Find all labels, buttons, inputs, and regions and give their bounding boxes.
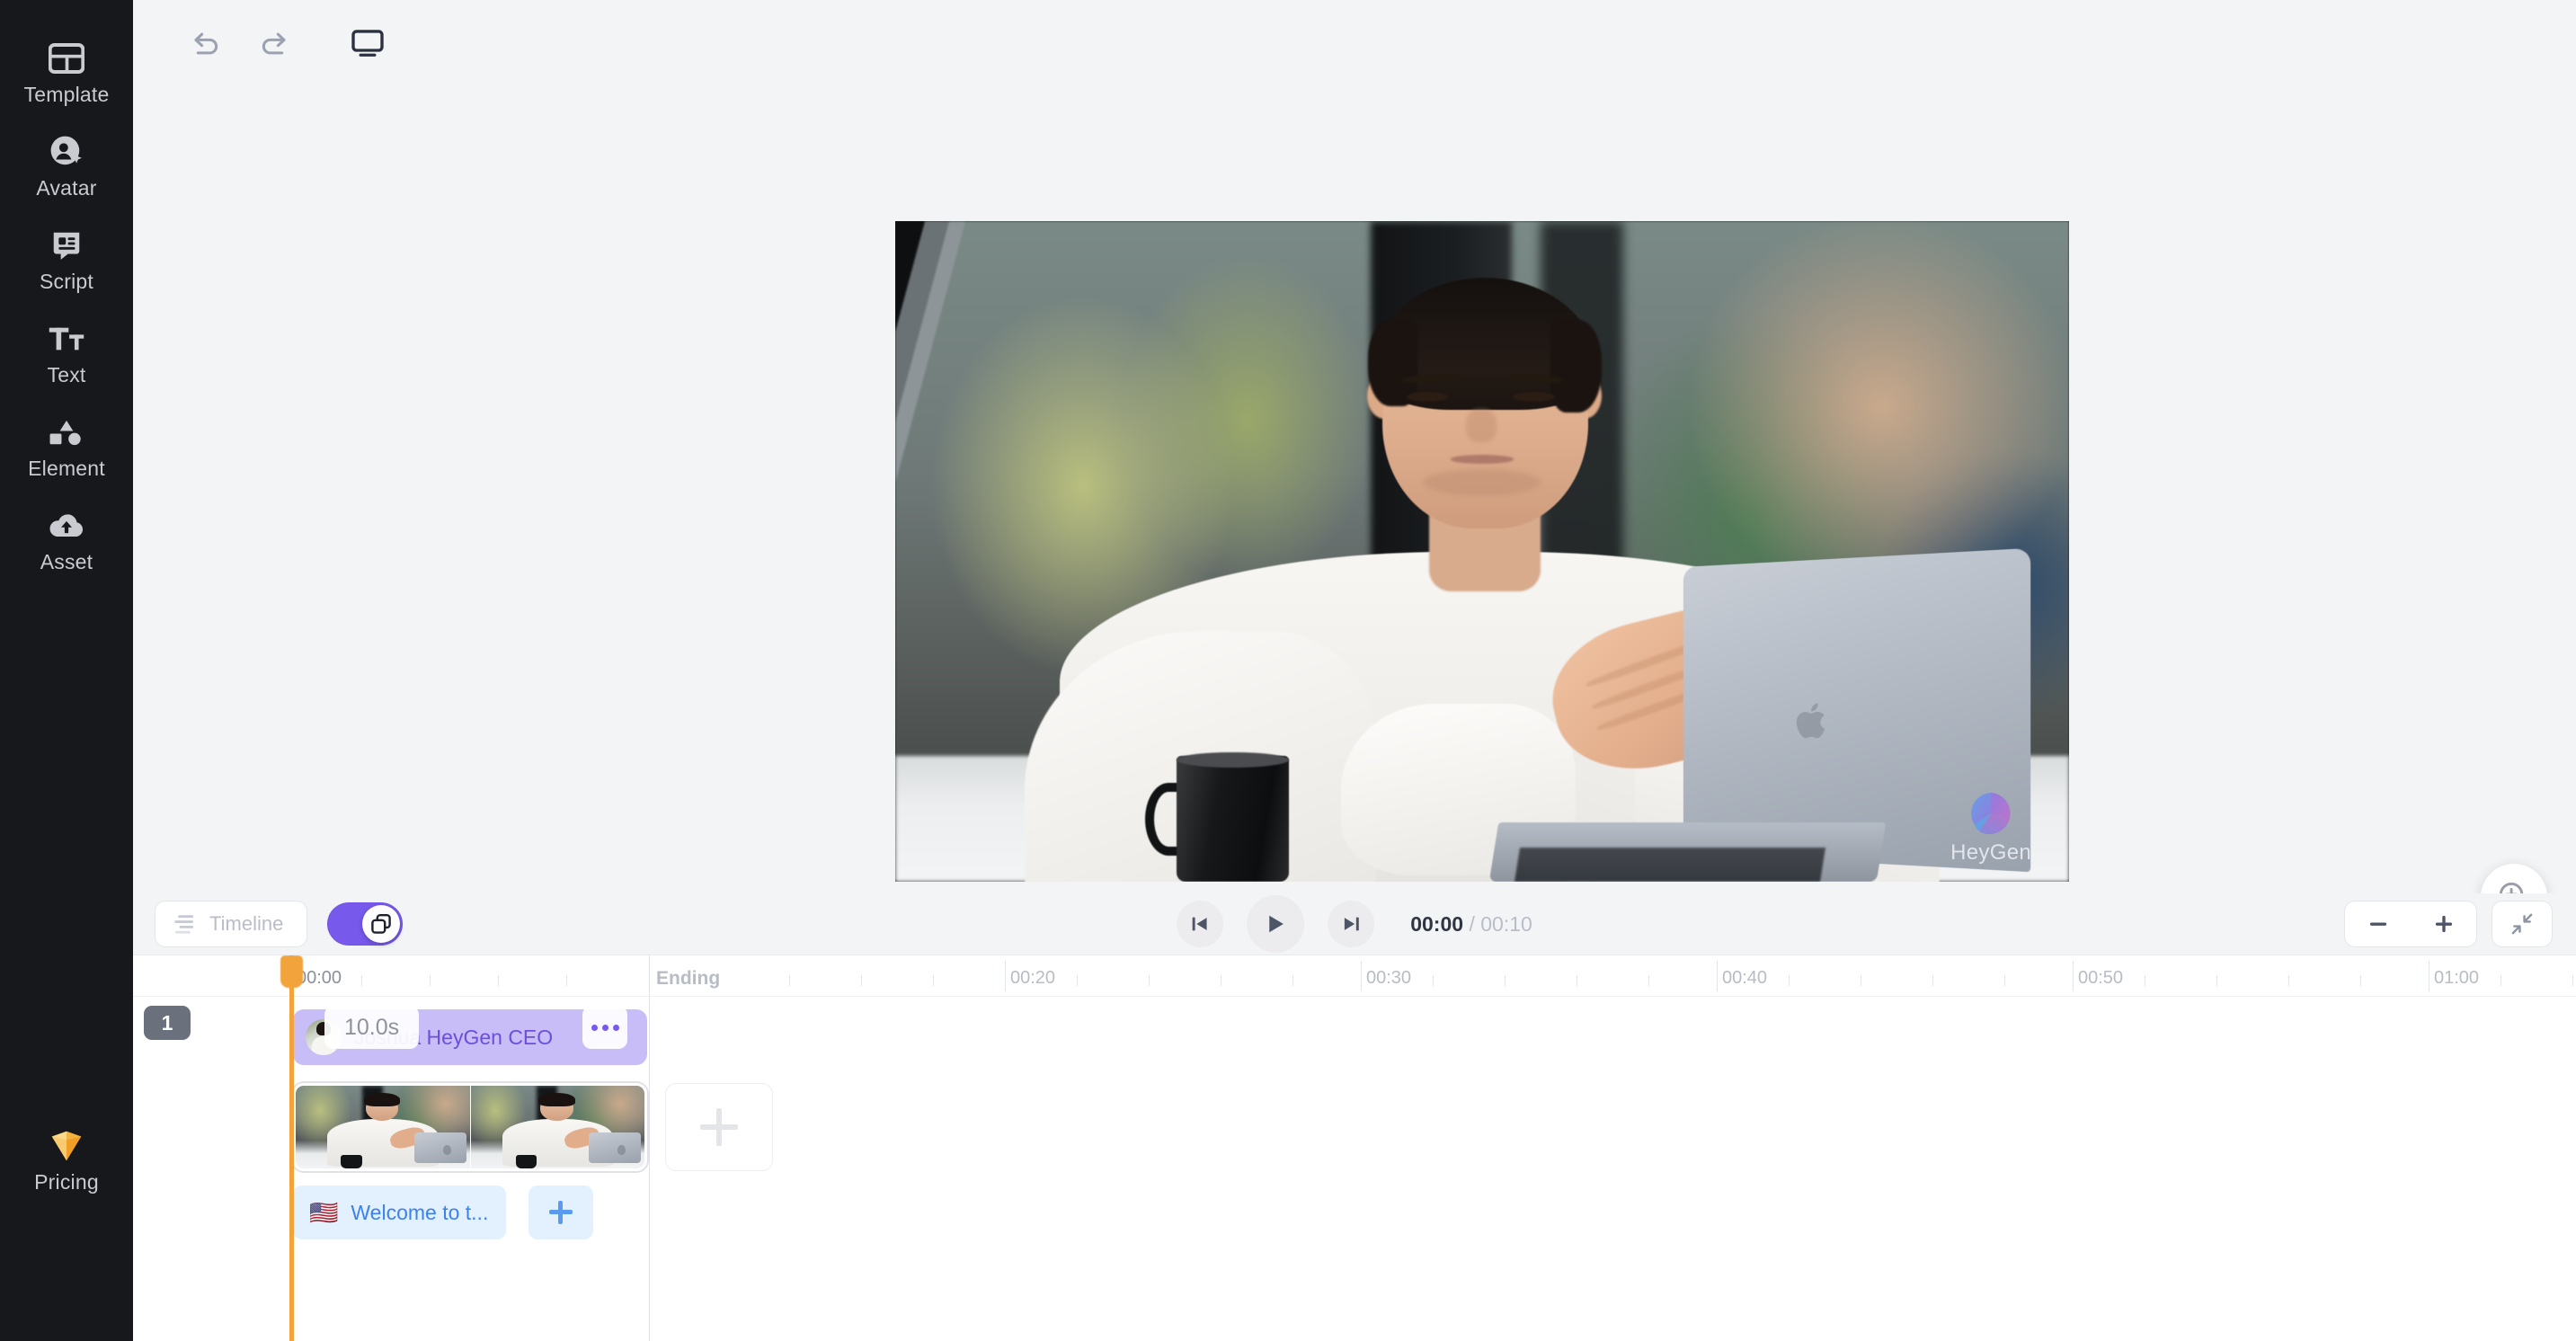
sidebar-item-label: Pricing	[34, 1170, 99, 1194]
add-scene-button[interactable]	[665, 1083, 773, 1171]
laptop-keyboard	[1515, 847, 1825, 882]
timeline-button[interactable]: Timeline	[155, 901, 308, 947]
skip-back-icon	[1192, 917, 1207, 931]
play-icon	[1269, 915, 1284, 933]
sidebar-item-label: Element	[28, 457, 105, 480]
undo-button[interactable]	[178, 15, 234, 71]
ending-marker-label: Ending	[656, 968, 721, 989]
ruler-label: 00:50	[2078, 968, 2124, 988]
control-right-group	[2344, 901, 2553, 947]
time-separator: /	[1469, 911, 1475, 936]
video-editor-app: Template Avatar Script Text Element Asse…	[0, 0, 2576, 1341]
timeline-ruler[interactable]: 00:00 00:20 00:30 00:40 00:50 01:00 Endi…	[133, 955, 2576, 997]
redo-icon	[262, 32, 286, 55]
zoom-in-button[interactable]	[2420, 901, 2468, 946]
plus-icon	[700, 1108, 738, 1146]
more-dot	[601, 1024, 608, 1031]
playhead[interactable]	[280, 955, 303, 1341]
main-area: HeyGen Timeline 00:00 / 00:10 00:00 00:2…	[133, 0, 2576, 1341]
scene-thumbnail	[296, 1086, 470, 1168]
play-button[interactable]	[1247, 895, 1305, 953]
more-dot	[591, 1024, 598, 1031]
gem-icon	[47, 1128, 86, 1164]
us-flag-icon: 🇺🇸	[309, 1199, 339, 1226]
script-icon	[47, 227, 86, 263]
scene-thumbnail	[470, 1086, 644, 1168]
left-sidebar: Template Avatar Script Text Element Asse…	[0, 0, 133, 1341]
toggle-knob	[362, 905, 401, 943]
ruler-label: 00:30	[1366, 968, 1412, 988]
screen-icon	[351, 30, 384, 57]
sidebar-item-text[interactable]: Text	[0, 307, 133, 401]
collapse-arrows-icon	[2511, 913, 2533, 935]
caption-clip[interactable]: 🇺🇸 Welcome to t...	[293, 1186, 507, 1239]
more-dot	[612, 1024, 619, 1031]
scene-clip[interactable]	[293, 1083, 647, 1171]
sidebar-item-label: Text	[47, 363, 86, 386]
ruler-label: 01:00	[2434, 968, 2480, 988]
scene-number-badge: 1	[144, 1006, 191, 1040]
skip-forward-icon	[1344, 917, 1359, 931]
template-icon	[47, 40, 86, 76]
plus-icon	[549, 1201, 573, 1224]
zoom-controls	[2344, 901, 2477, 947]
asset-icon	[47, 508, 86, 544]
timeline-tracks: Joshua HeyGen CEO 1 10.0s 🇺🇸 Welcome to …	[133, 997, 2576, 1341]
sidebar-item-label: Template	[23, 83, 110, 106]
video-preview[interactable]: HeyGen	[895, 221, 2069, 882]
current-time: 00:00	[1410, 911, 1464, 936]
control-left-group: Timeline	[155, 901, 404, 947]
ruler-label: 00:40	[1722, 968, 1768, 988]
time-display: 00:00 / 00:10	[1410, 912, 1532, 937]
track-divider	[649, 997, 650, 1341]
scene-duration-badge[interactable]: 10.0s	[324, 1006, 420, 1049]
total-time: 00:10	[1480, 911, 1532, 936]
apple-logo-icon	[1796, 703, 1825, 738]
present-button[interactable]	[340, 15, 395, 71]
timeline-button-label: Timeline	[209, 912, 284, 935]
sidebar-item-asset[interactable]: Asset	[0, 494, 133, 588]
sidebar-item-label: Script	[40, 270, 93, 293]
ruler-label: 00:20	[1010, 968, 1056, 988]
playhead-handle[interactable]	[280, 955, 303, 988]
sidebar-item-label: Asset	[40, 550, 93, 573]
sidebar-item-label: Avatar	[36, 176, 97, 200]
element-icon	[47, 414, 86, 450]
add-caption-button[interactable]	[529, 1186, 593, 1239]
fit-screen-button[interactable]	[2492, 901, 2553, 947]
sidebar-item-pricing[interactable]: Pricing	[0, 1115, 133, 1208]
zoom-out-button[interactable]	[2354, 901, 2403, 946]
scene-more-options-button[interactable]	[582, 1006, 627, 1049]
sidebar-item-template[interactable]: Template	[0, 27, 133, 120]
scene-mode-toggle[interactable]	[327, 902, 404, 946]
timeline-panel: 00:00 00:20 00:30 00:40 00:50 01:00 Endi…	[133, 955, 2576, 1341]
timeline-icon	[174, 915, 194, 934]
avatar-icon	[47, 134, 86, 170]
coffee-mug	[1177, 756, 1289, 882]
caption-clip-label: Welcome to t...	[351, 1200, 489, 1224]
plus-icon	[2435, 915, 2452, 933]
preview-stage: HeyGen	[133, 86, 2576, 930]
redo-button[interactable]	[246, 15, 302, 71]
layers-copy-icon	[371, 913, 392, 934]
skip-forward-button[interactable]	[1328, 901, 1375, 947]
transport-controls: 00:00 / 00:10	[1177, 895, 1532, 953]
sidebar-item-element[interactable]: Element	[0, 401, 133, 494]
sidebar-item-script[interactable]: Script	[0, 214, 133, 307]
minus-icon	[2369, 922, 2386, 926]
text-icon	[47, 321, 86, 357]
sidebar-item-avatar[interactable]: Avatar	[0, 120, 133, 214]
undo-icon	[194, 32, 218, 55]
mug-rim	[1177, 751, 1289, 768]
top-toolbar	[133, 0, 2576, 86]
skip-back-button[interactable]	[1177, 901, 1224, 947]
playback-control-bar: Timeline 00:00 / 00:10	[133, 893, 2576, 955]
